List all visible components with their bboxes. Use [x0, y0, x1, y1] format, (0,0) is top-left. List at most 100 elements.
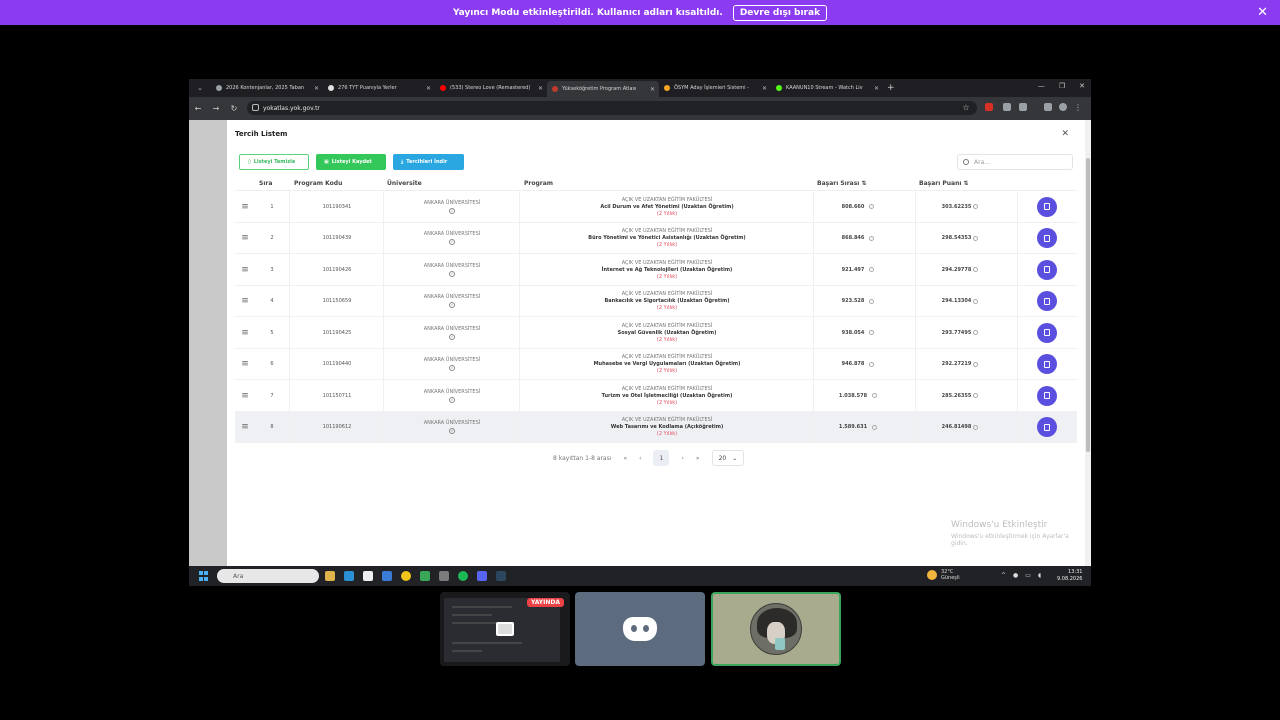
- info-icon[interactable]: [872, 424, 878, 430]
- delete-button[interactable]: [1037, 322, 1057, 343]
- back-icon[interactable]: ←: [189, 104, 207, 113]
- close-tab-icon[interactable]: ✕: [426, 85, 431, 92]
- info-icon[interactable]: [973, 393, 979, 399]
- weather-widget[interactable]: 32°C Güneşli: [927, 569, 960, 581]
- close-tab-icon[interactable]: ✕: [762, 85, 767, 92]
- drag-handle-icon[interactable]: ≡: [239, 380, 251, 412]
- delete-button[interactable]: [1037, 354, 1057, 375]
- tab-search-icon[interactable]: ⌄: [192, 81, 208, 95]
- bookmark-star-icon[interactable]: ☆: [957, 103, 975, 112]
- network-icon[interactable]: ▭: [1025, 572, 1031, 579]
- new-tab-icon[interactable]: +: [887, 83, 895, 93]
- delete-button[interactable]: [1037, 228, 1057, 249]
- url-field[interactable]: yokatlas.yok.gov.tr: [247, 101, 977, 115]
- browser-tab[interactable]: KAANUN10 Stream - Watch Liv ✕: [771, 81, 883, 95]
- drag-handle-icon[interactable]: ≡: [239, 223, 251, 255]
- info-icon[interactable]: [869, 204, 875, 210]
- delete-button[interactable]: [1037, 417, 1057, 438]
- delete-button[interactable]: [1037, 291, 1057, 312]
- participant-tile-speaking[interactable]: [711, 592, 841, 666]
- participant-tile[interactable]: [575, 592, 705, 666]
- drag-handle-icon[interactable]: ≡: [239, 349, 251, 381]
- info-icon[interactable]: [869, 235, 875, 241]
- table-row[interactable]: ≡ 8 101190612 ANKARA ÜNİVERSİTESİ ✓ AÇIK VE U…: [235, 411, 1077, 444]
- next-page-icon[interactable]: ›: [681, 455, 683, 462]
- store-icon[interactable]: [363, 571, 373, 581]
- table-row[interactable]: ≡ 2 101190439 ANKARA ÜNİVERSİTESİ ✓ AÇIK VE U…: [235, 222, 1077, 255]
- minimize-icon[interactable]: —: [1038, 82, 1045, 90]
- profile-icon[interactable]: [1059, 103, 1067, 111]
- spotify-icon[interactable]: [458, 571, 468, 581]
- info-icon[interactable]: [973, 330, 979, 336]
- drag-handle-icon[interactable]: ≡: [239, 412, 251, 444]
- table-row[interactable]: ≡ 3 101190426 ANKARA ÜNİVERSİTESİ ✓ AÇIK VE U…: [235, 254, 1077, 286]
- delete-button[interactable]: [1037, 385, 1057, 406]
- scrollbar-thumb[interactable]: [1086, 158, 1090, 452]
- menu-kebab-icon[interactable]: ⋮: [1073, 103, 1083, 112]
- app-icon[interactable]: [420, 571, 430, 581]
- discord-icon[interactable]: [477, 571, 487, 581]
- first-page-icon[interactable]: «: [623, 455, 627, 462]
- maximize-icon[interactable]: ❐: [1059, 82, 1065, 90]
- page-number[interactable]: 1: [653, 450, 670, 466]
- volume-icon[interactable]: ◖: [1038, 572, 1041, 579]
- steam-icon[interactable]: [496, 571, 506, 581]
- chevron-up-icon[interactable]: ^: [1001, 572, 1006, 579]
- info-icon[interactable]: [973, 298, 979, 304]
- disable-streamer-mode-button[interactable]: Devre dışı bırak: [732, 4, 828, 21]
- search-input[interactable]: Ara...: [957, 154, 1073, 170]
- reading-list-icon[interactable]: [1044, 103, 1052, 111]
- table-row[interactable]: ≡ 1 101190341 ANKARA ÜNİVERSİTESİ ✓ AÇIK VE U…: [235, 191, 1077, 223]
- info-icon[interactable]: [872, 393, 878, 399]
- extension-icon[interactable]: [1019, 103, 1027, 111]
- drag-handle-icon[interactable]: ≡: [239, 254, 251, 286]
- close-tab-icon[interactable]: ✕: [650, 86, 655, 93]
- delete-button[interactable]: [1037, 196, 1057, 217]
- reload-icon[interactable]: ↻: [225, 104, 243, 113]
- close-tab-icon[interactable]: ✕: [874, 85, 879, 92]
- download-button[interactable]: ⤓ Tercihleri İndir: [393, 154, 464, 170]
- browser-tab[interactable]: 2026 Kontenjanlar, 2025 Taban ✕: [211, 81, 323, 95]
- info-icon[interactable]: [869, 298, 875, 304]
- info-icon[interactable]: [869, 267, 875, 273]
- info-icon[interactable]: [973, 235, 979, 241]
- close-icon[interactable]: ✕: [1061, 129, 1069, 139]
- taskbar-search[interactable]: Ara: [217, 569, 319, 583]
- stream-preview-tile[interactable]: YAYINDA: [440, 592, 570, 666]
- page-size-select[interactable]: 20 ⌄: [711, 450, 745, 466]
- close-icon[interactable]: ✕: [1257, 5, 1268, 20]
- info-icon[interactable]: [973, 204, 979, 210]
- table-row[interactable]: ≡ 7 101150711 ANKARA ÜNİVERSİTESİ ✓ AÇIK VE U…: [235, 380, 1077, 412]
- table-row[interactable]: ≡ 6 101190440 ANKARA ÜNİVERSİTESİ ✓ AÇIK VE U…: [235, 348, 1077, 381]
- browser-tab[interactable]: ÖSYM Aday İşlemleri Sistemi - ✕: [659, 81, 771, 95]
- browser-tab[interactable]: (533) Stereo Love (Remastered) ✕: [435, 81, 547, 95]
- save-list-button[interactable]: ▣ Listeyi Kaydet: [316, 154, 386, 170]
- page-scrollbar[interactable]: [1085, 120, 1091, 566]
- last-page-icon[interactable]: »: [696, 455, 700, 462]
- mic-icon[interactable]: ●: [1013, 572, 1018, 579]
- extension-icon[interactable]: [1003, 103, 1011, 111]
- table-row[interactable]: ≡ 5 101190425 ANKARA ÜNİVERSİTESİ ✓ AÇIK VE U…: [235, 317, 1077, 349]
- col-rank[interactable]: Başarı Sırası ⇅: [817, 180, 867, 187]
- close-tab-icon[interactable]: ✕: [538, 85, 543, 92]
- info-icon[interactable]: [973, 361, 979, 367]
- taskbar-clock[interactable]: 13:31 9.08.2026: [1057, 569, 1082, 583]
- info-icon[interactable]: [869, 330, 875, 336]
- drag-handle-icon[interactable]: ≡: [239, 191, 251, 223]
- start-icon[interactable]: [199, 571, 209, 581]
- extension-icon[interactable]: [985, 103, 993, 111]
- forward-icon[interactable]: →: [207, 104, 225, 113]
- close-window-icon[interactable]: ✕: [1079, 82, 1085, 90]
- info-icon[interactable]: [973, 267, 979, 273]
- clear-list-button[interactable]: ▯ Listeyi Temizle: [239, 154, 309, 170]
- info-icon[interactable]: [869, 361, 875, 367]
- table-row[interactable]: ≡ 4 101150659 ANKARA ÜNİVERSİTESİ ✓ AÇIK VE U…: [235, 285, 1077, 317]
- edge-icon[interactable]: [344, 571, 354, 581]
- info-icon[interactable]: [973, 424, 979, 430]
- chrome-icon[interactable]: [401, 571, 411, 581]
- site-info-icon[interactable]: [252, 104, 259, 111]
- mail-icon[interactable]: [382, 571, 392, 581]
- app-icon[interactable]: [439, 571, 449, 581]
- prev-page-icon[interactable]: ‹: [639, 455, 641, 462]
- drag-handle-icon[interactable]: ≡: [239, 317, 251, 349]
